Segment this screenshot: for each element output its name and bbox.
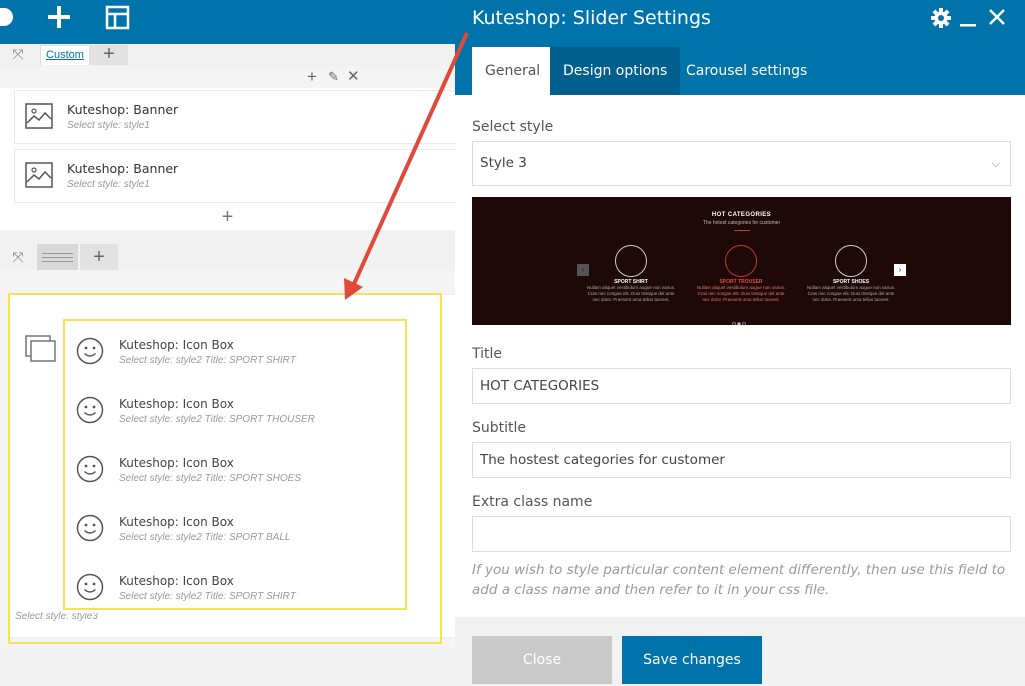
expand-icon[interactable]: ⤧ [10,249,26,265]
style-preview-image: HOT CATEGORIES The hotest categories for… [472,197,1011,325]
add-column-button[interactable]: + [80,244,118,270]
smiley-icon [76,396,104,424]
pencil-icon[interactable]: ✎ [328,66,339,88]
row-1: + ✎ ✕ Kuteshop: Banner Select style: sty… [0,66,455,230]
title-label: Title [472,346,503,362]
preview-item: SPORT TROUSER Nullam aliquet vestibulum … [686,245,796,303]
image-icon [25,162,53,188]
logo-icon[interactable] [0,4,22,34]
element-name: Kuteshop: Banner [67,161,179,176]
preview-item-desc: Nullam aliquet vestibulum augue non vari… [806,285,896,302]
inner-row-icon [25,335,56,362]
tab-general[interactable]: General [472,47,554,95]
preview-item-desc: Nullam aliquet vestibulum augue non vari… [586,285,676,302]
element-params: Select style: style1 [67,120,150,131]
shirt-icon [615,245,647,277]
shoe-icon [835,245,867,277]
minimize-icon[interactable] [956,7,980,31]
gear-icon[interactable] [929,7,953,31]
element-card-icon-box[interactable]: Kuteshop: Icon Box Select style: style2 … [63,502,443,554]
element-params: Select style: style2 Title: SPORT SHIRT [119,355,296,366]
title-input[interactable] [472,368,1011,404]
element-params: Select style: style2 Title: SPORT SHOES [119,473,302,484]
add-element-button[interactable]: + [0,206,455,228]
preview-item-desc: Nullam aliquet vestibulum augue non vari… [696,285,786,302]
add-element-icon[interactable] [45,4,75,34]
trouser-icon [725,245,757,277]
extra-class-input[interactable] [472,516,1011,552]
element-card-icon-box[interactable]: Kuteshop: Icon Box Select style: style2 … [63,384,443,436]
select-style-value: Style 3 [480,155,527,171]
tab-design-options[interactable]: Design options [550,47,681,95]
element-params: Select style: style2 Title: SPORT THOUSE… [119,414,315,425]
smiley-icon [76,455,104,483]
select-style-label: Select style [472,119,554,135]
preview-divider [734,230,750,231]
close-icon[interactable]: ✕ [347,66,360,88]
templates-icon[interactable] [104,4,134,34]
column-toolbar: + ✎ ✕ [0,66,455,88]
row-controls: ⤧ Custom + [0,44,455,66]
tab-custom[interactable]: Custom [40,45,90,65]
add-column-button[interactable]: + [90,44,128,65]
row-layout-tab[interactable] [37,244,78,270]
expand-icon[interactable]: ⤧ [10,46,26,62]
smiley-icon [76,337,104,365]
smiley-icon [76,573,104,601]
element-card-icon-box[interactable]: Kuteshop: Icon Box Select style: style2 … [63,561,443,613]
preview-item: SPORT SHOES Nullam aliquet vestibulum au… [796,245,906,303]
element-params: Select style: style1 [67,179,150,190]
row-controls: ⤧ + [0,244,455,270]
modal-header: Kuteshop: Slider Settings General Design… [455,0,1025,95]
modal-title: Kuteshop: Slider Settings [472,7,711,29]
extra-class-label: Extra class name [472,494,593,510]
select-style-dropdown[interactable]: Style 3 ⌵ [472,141,1011,186]
modal-footer: Close Save changes [455,617,1025,686]
builder-toolbar [0,0,455,44]
element-name: Kuteshop: Icon Box [119,456,234,470]
close-button[interactable]: Close [472,636,612,684]
element-name: Kuteshop: Banner [67,102,179,117]
chevron-down-icon: ⌵ [991,157,1000,170]
element-name: Kuteshop: Icon Box [119,397,234,411]
preview-dots [732,313,747,325]
settings-modal: Kuteshop: Slider Settings General Design… [455,0,1025,686]
close-icon[interactable] [985,7,1009,31]
element-name: Kuteshop: Icon Box [119,338,234,352]
element-card-icon-box[interactable]: Kuteshop: Icon Box Select style: style2 … [63,325,443,377]
page-builder: ⤧ Custom + + ✎ ✕ Kuteshop: Banner Select… [0,0,455,686]
element-params: Select style: style2 Title: SPORT BALL [119,532,291,543]
subtitle-label: Subtitle [472,420,527,436]
smiley-icon [76,514,104,542]
preview-item: SPORT SHIRT Nullam aliquet vestibulum au… [576,245,686,303]
element-params: Select style: style2 Title: SPORT SHIRT [119,591,296,602]
element-card-icon-box[interactable]: Kuteshop: Icon Box Select style: style2 … [63,443,443,495]
preview-title: HOT CATEGORIES [711,212,772,218]
element-card-banner[interactable]: Kuteshop: Banner Select style: style1 [14,149,455,203]
save-changes-button[interactable]: Save changes [622,636,762,684]
element-name: Kuteshop: Icon Box [119,515,234,529]
element-card-banner[interactable]: Kuteshop: Banner Select style: style1 [14,90,455,144]
tab-carousel-settings[interactable]: Carousel settings [673,47,820,95]
preview-subtitle: The hotest categories for customer [702,220,781,226]
element-name: Kuteshop: Icon Box [119,574,234,588]
extra-class-help: If you wish to style particular content … [472,562,1006,598]
modal-body: Select style Style 3 ⌵ HOT CATEGORIES Th… [455,95,1025,617]
image-icon [25,103,53,129]
subtitle-input[interactable] [472,442,1011,478]
row-2: ⤧ Select style: style3 Kuteshop: Icon Bo… [0,270,455,648]
add-icon[interactable]: + [307,66,317,88]
